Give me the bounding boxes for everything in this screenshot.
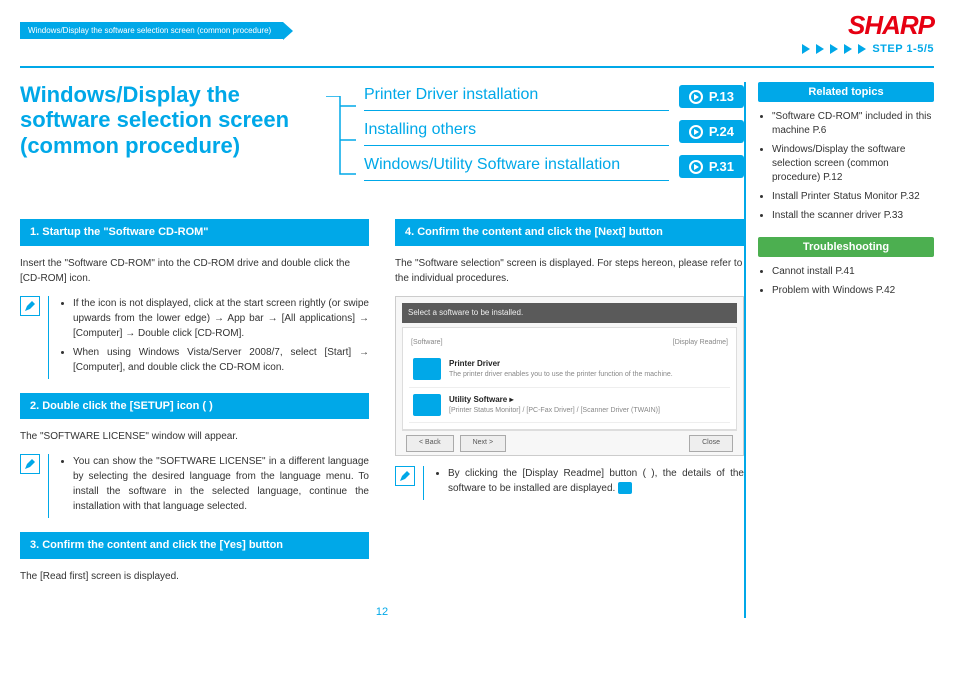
ss-item-title: Printer Driver xyxy=(449,358,726,370)
related-topic-link[interactable]: Install Printer Status Monitor P.32 xyxy=(772,190,934,204)
ss-title: Select a software to be installed. xyxy=(402,303,737,323)
pencil-note-icon xyxy=(20,454,40,474)
step-heading-1: 1. Startup the "Software CD-ROM" xyxy=(20,219,369,246)
related-topic-link[interactable]: Windows/Display the software selection s… xyxy=(772,143,934,185)
play-icon xyxy=(689,125,703,139)
breadcrumb: Windows/Display the software selection s… xyxy=(20,22,283,39)
note-item: You can show the "SOFTWARE LICENSE" in a… xyxy=(73,454,369,514)
play-icon xyxy=(689,90,703,104)
toc-link-utility-software[interactable]: Windows/Utility Software installation xyxy=(364,152,669,181)
pencil-note-icon xyxy=(20,296,40,316)
software-selection-screenshot: Select a software to be installed. [Soft… xyxy=(395,296,744,456)
printer-icon xyxy=(413,358,441,380)
sharp-logo: SHARP xyxy=(802,10,934,41)
troubleshooting-link[interactable]: Problem with Windows P.42 xyxy=(772,284,934,298)
step-arrow-icon xyxy=(816,44,824,54)
step-heading-3: 3. Confirm the content and click the [Ye… xyxy=(20,532,369,559)
note-text: By clicking the [Display Readme] button … xyxy=(448,468,744,494)
play-icon xyxy=(689,160,703,174)
step-heading-2: 2. Double click the [SETUP] icon ( ) xyxy=(20,393,369,420)
ss-close-button: Close xyxy=(689,435,733,452)
pencil-note-icon xyxy=(395,466,415,486)
ss-tab-software: [Software] xyxy=(411,338,443,349)
branch-connector-icon xyxy=(326,96,356,186)
page-ref-chip[interactable]: P.24 xyxy=(679,120,744,143)
page-ref-chip[interactable]: P.31 xyxy=(679,155,744,178)
ss-next-button: Next > xyxy=(460,435,506,452)
step-arrow-icon xyxy=(858,44,866,54)
page-ref-label: P.13 xyxy=(709,89,734,104)
ss-item-desc: The printer driver enables you to use th… xyxy=(449,370,726,381)
page-ref-chip[interactable]: P.13 xyxy=(679,85,744,108)
step-3-text: The [Read first] screen is displayed. xyxy=(20,569,369,584)
page-ref-label: P.31 xyxy=(709,159,734,174)
step-indicator: STEP 1-5/5 xyxy=(872,43,934,55)
step-heading-4: 4. Confirm the content and click the [Ne… xyxy=(395,219,744,246)
step-4-text: The "Software selection" screen is displ… xyxy=(395,256,744,286)
ss-item-title: Utility Software ▸ xyxy=(449,394,726,406)
troubleshooting-link[interactable]: Cannot install P.41 xyxy=(772,265,934,279)
ss-tab-readme: [Display Readme] xyxy=(673,338,728,349)
ss-item-desc: [Printer Status Monitor] / [PC-Fax Drive… xyxy=(449,406,726,417)
step-2-text: The "SOFTWARE LICENSE" window will appea… xyxy=(20,429,369,444)
note-item: When using Windows Vista/Server 2008/7, … xyxy=(73,345,369,375)
header-rule xyxy=(20,66,934,68)
step-arrow-icon xyxy=(844,44,852,54)
step-arrow-icon xyxy=(830,44,838,54)
step-1-text: Insert the "Software CD-ROM" into the CD… xyxy=(20,256,369,286)
related-topic-link[interactable]: "Software CD-ROM" included in this machi… xyxy=(772,110,934,138)
note-item: If the icon is not displayed, click at t… xyxy=(73,296,369,341)
toc-link-printer-driver[interactable]: Printer Driver installation xyxy=(364,82,669,111)
troubleshooting-heading: Troubleshooting xyxy=(758,237,934,257)
related-topics-heading: Related topics xyxy=(758,82,934,102)
page-number: 12 xyxy=(20,606,744,618)
toc-link-installing-others[interactable]: Installing others xyxy=(364,117,669,146)
note-item: By clicking the [Display Readme] button … xyxy=(448,466,744,496)
page-ref-label: P.24 xyxy=(709,124,734,139)
readme-button-icon xyxy=(618,482,632,494)
step-arrow-icon xyxy=(802,44,810,54)
ss-back-button: < Back xyxy=(406,435,454,452)
page-title: Windows/Display the software selection s… xyxy=(20,82,330,158)
related-topic-link[interactable]: Install the scanner driver P.33 xyxy=(772,209,934,223)
utility-icon xyxy=(413,394,441,416)
